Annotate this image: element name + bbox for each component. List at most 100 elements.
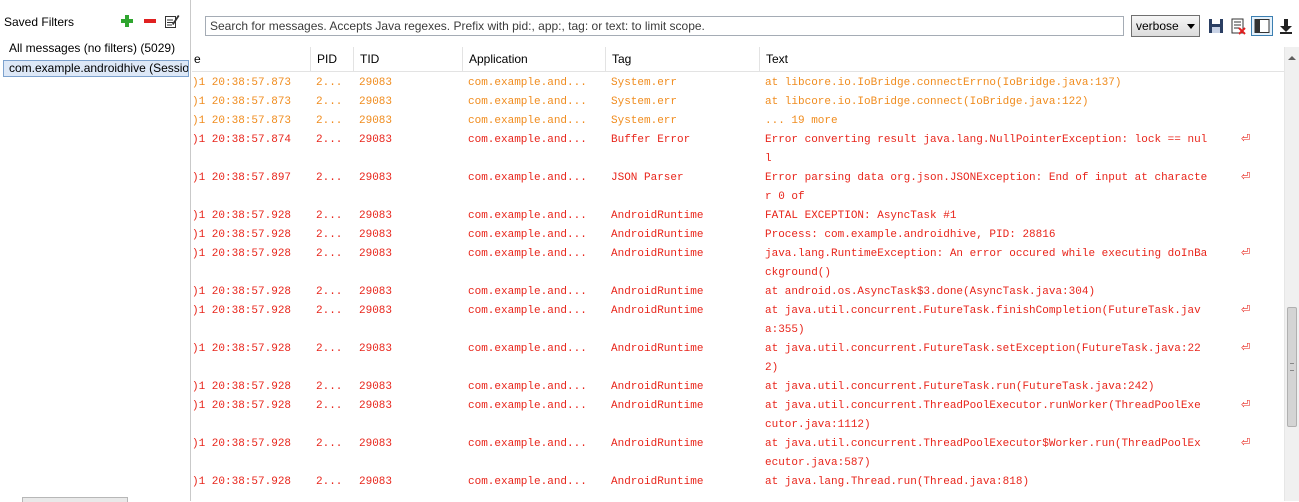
scrollbar-thumb[interactable] bbox=[1287, 307, 1297, 427]
log-tag-cell: AndroidRuntime bbox=[611, 248, 704, 260]
log-tid-cell: 29083 bbox=[359, 229, 393, 241]
log-rows: )1 20:38:57.873 2... 29083 com.example.and.… bbox=[192, 74, 1284, 492]
log-text-cell: ... 19 more bbox=[765, 115, 838, 127]
add-filter-icon[interactable] bbox=[119, 13, 135, 29]
log-text-cell: at libcore.io.IoBridge.connectErrno(IoBr… bbox=[765, 77, 1122, 89]
toggle-filters-icon[interactable] bbox=[1251, 16, 1273, 36]
log-tid-cell: 29083 bbox=[359, 438, 393, 450]
log-pid-cell: 2... bbox=[316, 115, 343, 127]
log-pid-cell: 2... bbox=[316, 229, 343, 241]
log-tid-cell: 29083 bbox=[359, 305, 393, 317]
log-tag-cell: System.err bbox=[611, 77, 678, 89]
log-time-cell: )1 20:38:57.928 bbox=[192, 286, 292, 298]
filters-horizontal-scrollbar[interactable] bbox=[22, 497, 128, 502]
saved-filters-title: Saved Filters bbox=[4, 15, 75, 29]
log-text-cell: at java.util.concurrent.ThreadPoolExecut… bbox=[765, 400, 1201, 412]
log-pid-cell: 2... bbox=[316, 210, 343, 222]
log-time-cell: )1 20:38:57.928 bbox=[192, 438, 292, 450]
log-row[interactable]: )1 20:38:57.928 2... 29083 com.example.and.… bbox=[192, 397, 1284, 435]
log-text-cell: at java.util.concurrent.FutureTask.finis… bbox=[765, 305, 1201, 317]
log-tag-cell: AndroidRuntime bbox=[611, 343, 704, 355]
log-row[interactable]: )1 20:38:57.928 2... 29083 com.example.and.… bbox=[192, 245, 1284, 283]
edit-filter-icon[interactable] bbox=[164, 13, 180, 29]
save-icon[interactable] bbox=[1207, 17, 1225, 35]
log-tag-cell: Buffer Error bbox=[611, 134, 691, 146]
vertical-scrollbar[interactable] bbox=[1284, 47, 1299, 501]
log-time-cell: )1 20:38:57.928 bbox=[192, 229, 292, 241]
log-row[interactable]: )1 20:38:57.928 2... 29083 com.example.and.… bbox=[192, 378, 1284, 397]
search-input[interactable] bbox=[205, 16, 1124, 36]
log-tag-cell: AndroidRuntime bbox=[611, 305, 704, 317]
clear-log-icon[interactable] bbox=[1229, 17, 1247, 35]
log-text-cell: at libcore.io.IoBridge.connect(IoBridge.… bbox=[765, 96, 1089, 108]
scroll-to-end-icon[interactable] bbox=[1277, 17, 1295, 35]
log-text-cell: Error parsing data org.json.JSONExceptio… bbox=[765, 172, 1208, 184]
log-row[interactable]: )1 20:38:57.928 2... 29083 com.example.and.… bbox=[192, 473, 1284, 492]
column-header-time[interactable]: e bbox=[192, 47, 310, 71]
log-pid-cell: 2... bbox=[316, 305, 343, 317]
log-pid-cell: 2... bbox=[316, 248, 343, 260]
log-tid-cell: 29083 bbox=[359, 248, 393, 260]
log-application-cell: com.example.and... bbox=[468, 134, 587, 146]
log-tid-cell: 29083 bbox=[359, 115, 393, 127]
log-pid-cell: 2... bbox=[316, 286, 343, 298]
log-row[interactable]: )1 20:38:57.928 2... 29083 com.example.and.… bbox=[192, 283, 1284, 302]
log-pid-cell: 2... bbox=[316, 134, 343, 146]
log-tid-cell: 29083 bbox=[359, 476, 393, 488]
log-pid-cell: 2... bbox=[316, 172, 343, 184]
log-time-cell: )1 20:38:57.928 bbox=[192, 305, 292, 317]
column-header-row: e PID TID Application Tag Text bbox=[192, 47, 1284, 72]
soft-wrap-icon: ⏎ bbox=[1241, 132, 1251, 145]
log-text-continuation: cutor.java:1112) bbox=[765, 419, 871, 431]
log-row[interactable]: )1 20:38:57.873 2... 29083 com.example.and.… bbox=[192, 74, 1284, 93]
log-text-cell: at android.os.AsyncTask$3.done(AsyncTask… bbox=[765, 286, 1096, 298]
log-pid-cell: 2... bbox=[316, 476, 343, 488]
log-tid-cell: 29083 bbox=[359, 286, 393, 298]
log-pid-cell: 2... bbox=[316, 343, 343, 355]
log-text-continuation: 2) bbox=[765, 362, 779, 374]
log-row[interactable]: )1 20:38:57.897 2... 29083 com.example.and.… bbox=[192, 169, 1284, 207]
log-application-cell: com.example.and... bbox=[468, 305, 587, 317]
log-text-cell: at java.lang.Thread.run(Thread.java:818) bbox=[765, 476, 1030, 488]
filter-item-all-messages[interactable]: All messages (no filters) (5029) bbox=[4, 40, 190, 56]
log-row[interactable]: )1 20:38:57.928 2... 29083 com.example.and.… bbox=[192, 226, 1284, 245]
saved-filters-panel: Saved Filters All messages (no filters) … bbox=[0, 0, 191, 502]
log-row[interactable]: )1 20:38:57.873 2... 29083 com.example.and.… bbox=[192, 93, 1284, 112]
log-time-cell: )1 20:38:57.928 bbox=[192, 248, 292, 260]
log-time-cell: )1 20:38:57.928 bbox=[192, 400, 292, 412]
log-row[interactable]: )1 20:38:57.928 2... 29083 com.example.and.… bbox=[192, 207, 1284, 226]
log-pid-cell: 2... bbox=[316, 400, 343, 412]
grip-icon bbox=[1290, 363, 1294, 371]
log-tid-cell: 29083 bbox=[359, 96, 393, 108]
log-row[interactable]: )1 20:38:57.873 2... 29083 com.example.and.… bbox=[192, 112, 1284, 131]
log-tid-cell: 29083 bbox=[359, 400, 393, 412]
column-header-pid[interactable]: PID bbox=[310, 47, 353, 71]
log-level-select[interactable]: verbose bbox=[1131, 15, 1200, 37]
soft-wrap-icon: ⏎ bbox=[1241, 303, 1251, 316]
column-header-text[interactable]: Text bbox=[759, 47, 1284, 71]
log-text-continuation: r 0 of bbox=[765, 191, 805, 203]
column-header-application[interactable]: Application bbox=[462, 47, 605, 71]
log-application-cell: com.example.and... bbox=[468, 77, 587, 89]
log-level-value: verbose bbox=[1136, 19, 1179, 33]
column-header-tag[interactable]: Tag bbox=[605, 47, 759, 71]
log-tag-cell: AndroidRuntime bbox=[611, 476, 704, 488]
log-tag-cell: AndroidRuntime bbox=[611, 286, 704, 298]
scroll-up-icon[interactable] bbox=[1288, 56, 1296, 60]
log-pid-cell: 2... bbox=[316, 381, 343, 393]
log-tid-cell: 29083 bbox=[359, 343, 393, 355]
log-row[interactable]: )1 20:38:57.874 2... 29083 com.example.and.… bbox=[192, 131, 1284, 169]
log-tid-cell: 29083 bbox=[359, 77, 393, 89]
column-header-tid[interactable]: TID bbox=[353, 47, 462, 71]
log-tid-cell: 29083 bbox=[359, 210, 393, 222]
log-tag-cell: System.err bbox=[611, 115, 678, 127]
log-row[interactable]: )1 20:38:57.928 2... 29083 com.example.and.… bbox=[192, 302, 1284, 340]
log-text-cell: at java.util.concurrent.ThreadPoolExecut… bbox=[765, 438, 1201, 450]
log-row[interactable]: )1 20:38:57.928 2... 29083 com.example.and.… bbox=[192, 340, 1284, 378]
filter-item-androidhive[interactable]: com.example.androidhive (Session bbox=[3, 60, 189, 77]
soft-wrap-icon: ⏎ bbox=[1241, 398, 1251, 411]
log-tag-cell: AndroidRuntime bbox=[611, 400, 704, 412]
remove-filter-icon[interactable] bbox=[142, 13, 158, 29]
log-row[interactable]: )1 20:38:57.928 2... 29083 com.example.and.… bbox=[192, 435, 1284, 473]
log-text-cell: Process: com.example.androidhive, PID: 2… bbox=[765, 229, 1056, 241]
